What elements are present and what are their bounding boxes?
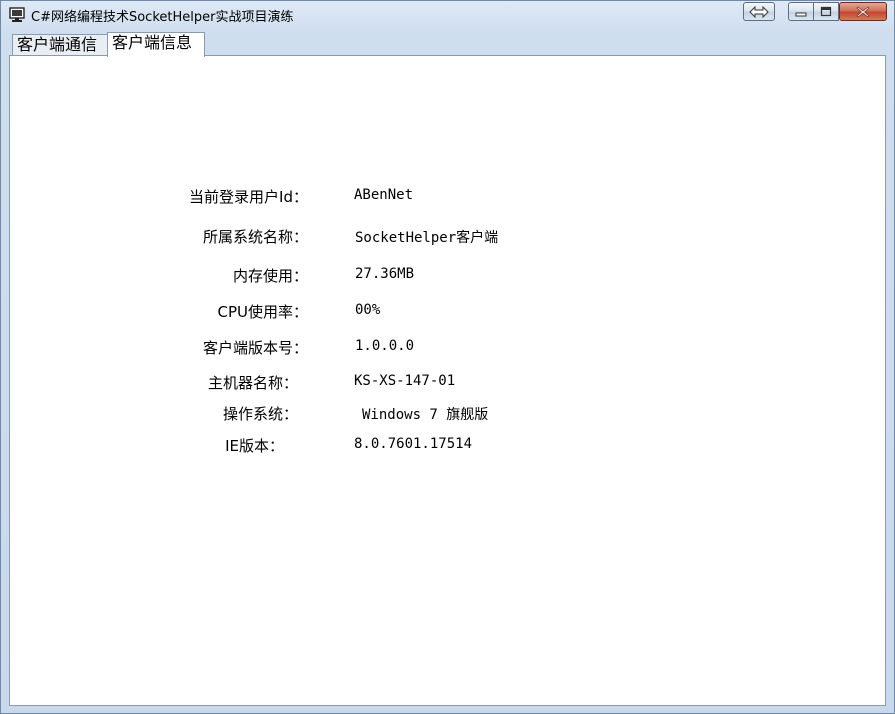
info-label-ie-version: IE版本： xyxy=(225,437,284,455)
info-label-os: 操作系统： xyxy=(222,405,298,423)
info-value-ie-version: 8.0.7601.17514 xyxy=(354,436,473,452)
info-label-client-version: 客户端版本号： xyxy=(202,339,308,357)
minimize-icon xyxy=(795,12,807,16)
maximize-button[interactable] xyxy=(813,2,839,21)
info-label-memory: 内存使用： xyxy=(232,267,308,285)
info-value-os: Windows 7 旗舰版 xyxy=(362,407,489,423)
info-label-system-name: 所属系统名称： xyxy=(202,228,308,246)
app-window: C#网络编程技术SocketHelper实战项目演练 客户端通信 客户端信息 当… xyxy=(0,0,895,714)
info-value-memory: 27.36MB xyxy=(355,266,415,282)
tab-strip: 客户端通信 客户端信息 xyxy=(9,32,886,57)
minimize-button[interactable] xyxy=(788,2,814,21)
maximize-icon xyxy=(820,6,832,17)
window-title: C#网络编程技术SocketHelper实战项目演练 xyxy=(31,10,294,25)
info-label-cpu: CPU使用率： xyxy=(217,303,309,321)
info-value-cpu: 00% xyxy=(355,302,381,318)
info-value-system-name: SocketHelper客户端 xyxy=(355,230,499,246)
title-bar[interactable]: C#网络编程技术SocketHelper实战项目演练 xyxy=(1,1,894,29)
resize-button[interactable] xyxy=(743,2,775,21)
tab-client-info[interactable]: 客户端信息 xyxy=(107,32,205,57)
info-label-host-name: 主机器名称： xyxy=(207,374,298,392)
close-button[interactable] xyxy=(839,2,887,21)
monitor-app-icon[interactable] xyxy=(9,7,25,23)
info-value-host-name: KS-XS-147-01 xyxy=(354,373,456,389)
close-icon xyxy=(856,6,870,17)
info-value-user-id: ABenNet xyxy=(354,187,414,203)
double-arrow-icon xyxy=(749,5,769,18)
client-info-panel: 当前登录用户Id： ABenNet 所属系统名称： SocketHelper客户… xyxy=(9,55,886,706)
tab-client-communication[interactable]: 客户端通信 xyxy=(12,34,108,56)
info-value-client-version: 1.0.0.0 xyxy=(355,338,415,354)
info-label-user-id: 当前登录用户Id： xyxy=(189,188,308,206)
